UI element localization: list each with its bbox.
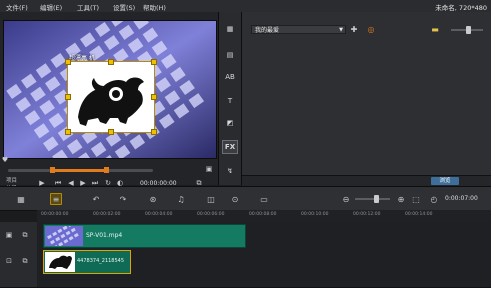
project-duration: 0:00:07:00 xyxy=(445,195,478,202)
ruler-label-1: 00:00:02:00 xyxy=(93,212,121,217)
library-footer: 浏览 xyxy=(242,175,491,186)
zoom-knob[interactable] xyxy=(374,195,379,203)
preview-window[interactable]: 超漂亮 机 xyxy=(3,20,217,159)
overlay-clip-thumbnail xyxy=(45,252,75,272)
mythical-beast-silhouette-icon xyxy=(78,77,144,126)
resize-handle-top-left[interactable] xyxy=(65,59,71,65)
motion-tracking-icon[interactable]: ⊙ xyxy=(229,193,241,205)
overlay-track-icon[interactable]: ⊡ xyxy=(4,256,14,266)
record-capture-icon[interactable]: ⊛ xyxy=(147,193,159,205)
fit-project-icon[interactable]: ⬚ xyxy=(410,193,422,205)
resize-handle-bottom[interactable] xyxy=(108,129,114,135)
undo-icon[interactable]: ↶ xyxy=(90,193,102,205)
ruler-label-0: 00:00:00:00 xyxy=(41,212,69,217)
title-track-lane[interactable] xyxy=(37,274,491,288)
video-clip-thumbnail xyxy=(45,226,83,246)
media-icon[interactable]: ▦ xyxy=(222,22,238,36)
timecode-clock-icon: ◴ xyxy=(430,194,438,204)
thumbnail-size-knob[interactable] xyxy=(466,26,471,34)
video-clip-label: SP-V01.mp4 xyxy=(86,232,123,239)
video-track-icon[interactable]: ▣ xyxy=(4,230,14,240)
browse-button[interactable]: 浏览 xyxy=(431,177,459,185)
video-clip[interactable]: SP-V01.mp4 xyxy=(43,224,246,248)
heart-icon: ♥ xyxy=(1,156,9,164)
track-lock-icon[interactable]: ⧉ xyxy=(20,230,30,240)
auto-music-icon[interactable]: ◫ xyxy=(205,193,217,205)
add-folder-icon[interactable]: ✚ xyxy=(349,24,359,34)
menu-tools[interactable]: 工具(T) xyxy=(77,2,99,12)
menu-settings[interactable]: 设置(S) xyxy=(113,2,135,12)
instant-project-icon[interactable]: ▤ xyxy=(222,48,238,62)
ruler-label-7: 00:00:14:00 xyxy=(405,212,433,217)
timeline-toolbar: ▦ ≡ ↶ ↷ ⊛ ♫ ◫ ⊙ ▭ ⊖ ⊕ ⬚ ◴ 0:00:07:00 xyxy=(0,186,491,211)
trim-start-marker[interactable] xyxy=(50,167,55,173)
library-sidebar: ▦ ▤ AB T ◩ FX ↯ xyxy=(219,12,242,185)
trim-range[interactable] xyxy=(52,169,106,172)
ruler-label-3: 00:00:06:00 xyxy=(197,212,225,217)
sound-mixer-icon[interactable]: ♫ xyxy=(175,193,187,205)
project-mode-label[interactable]: 项目 xyxy=(6,176,17,184)
zoom-out-icon[interactable]: ⊖ xyxy=(340,193,352,205)
preview-panel: 超漂亮 机 ♥ 项目 片段 ▶ ⏮ ◀ ▶ xyxy=(0,12,219,192)
overlay-photo-clip[interactable]: 4478374_2118545 xyxy=(43,250,131,274)
subtitle-icon[interactable]: ▭ xyxy=(258,193,270,205)
zoom-slider[interactable] xyxy=(355,198,390,200)
library-folder-value: 我的最爱 xyxy=(255,27,280,34)
title-track-header xyxy=(0,274,37,288)
library-panel: 我的最爱 ▼ ✚ ◎ ▬ 浏览 xyxy=(242,12,491,186)
fx-badge-icon[interactable]: ◎ xyxy=(366,24,376,34)
resize-handle-top[interactable] xyxy=(108,59,114,65)
ruler-label-5: 00:00:10:00 xyxy=(301,212,329,217)
menu-help[interactable]: 帮助(H) xyxy=(143,2,166,12)
resize-handle-top-right[interactable] xyxy=(151,59,157,65)
library-folder-dropdown[interactable]: 我的最爱 ▼ xyxy=(251,25,346,34)
resize-handle-bottom-left[interactable] xyxy=(65,129,71,135)
ruler-label-6: 00:00:12:00 xyxy=(353,212,381,217)
title-icon[interactable]: T xyxy=(222,94,238,108)
overlay-clip-label: 4478374_2118545 xyxy=(77,258,125,264)
resize-handle-bottom-right[interactable] xyxy=(151,129,157,135)
transition-icon[interactable]: AB xyxy=(222,70,238,84)
trim-end-marker[interactable] xyxy=(104,167,109,173)
overlay-clip-selection[interactable] xyxy=(65,59,157,135)
snapshot-icon[interactable]: ▣ xyxy=(205,165,213,173)
menu-file[interactable]: 文件(F) xyxy=(6,2,28,12)
video-track-header: ▣ ⧉ xyxy=(0,222,37,249)
redo-icon[interactable]: ↷ xyxy=(117,193,129,205)
ruler-label-2: 00:00:04:00 xyxy=(145,212,173,217)
overlay-track-header: ⊡ ⧉ xyxy=(0,248,37,275)
storyboard-icon[interactable]: ▦ xyxy=(15,193,27,205)
fx-icon[interactable]: FX xyxy=(222,140,238,154)
path-icon[interactable]: ↯ xyxy=(222,164,238,178)
chevron-down-icon: ▼ xyxy=(339,27,343,33)
menu-edit[interactable]: 编辑(E) xyxy=(40,2,62,12)
list-view-icon[interactable]: ▬ xyxy=(430,24,440,34)
window-title: 未命名, 720*480 xyxy=(435,4,487,12)
overlay-track-toggle-icon[interactable]: ⧉ xyxy=(20,256,30,266)
graphics-icon[interactable]: ◩ xyxy=(222,116,238,130)
resize-handle-left[interactable] xyxy=(65,94,71,100)
zoom-in-icon[interactable]: ⊕ xyxy=(395,193,407,205)
timeline-icon[interactable]: ≡ xyxy=(50,193,62,205)
ruler-label-4: 00:00:08:00 xyxy=(249,212,277,217)
resize-handle-right[interactable] xyxy=(151,94,157,100)
